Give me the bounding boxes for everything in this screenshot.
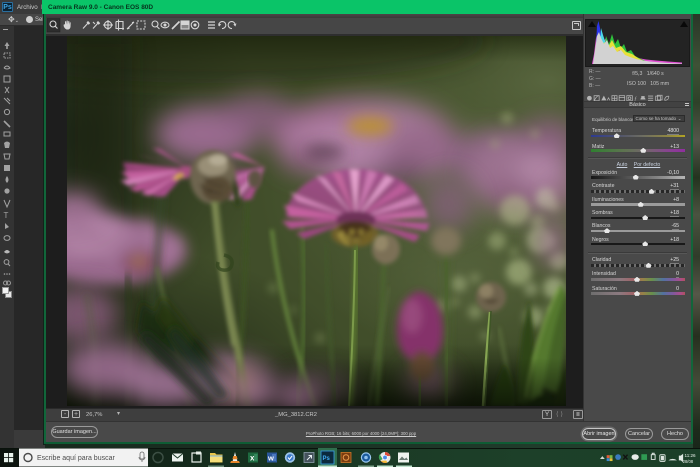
svg-text:Escribe aquí para buscar: Escribe aquí para buscar — [37, 455, 115, 462]
svg-text:w: w — [267, 454, 274, 463]
svg-text:11:26: 11:26 — [685, 453, 697, 458]
svg-text:T: T — [4, 211, 9, 220]
svg-text:28/08: 28/08 — [683, 459, 694, 464]
svg-text:Ps: Ps — [323, 456, 331, 462]
